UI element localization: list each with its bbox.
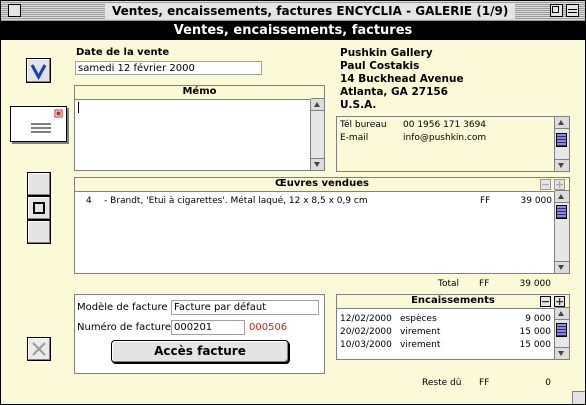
contact-value-phone[interactable]: 00 1956 171 3694 bbox=[403, 119, 486, 131]
payment-amount: 9 000 bbox=[525, 314, 551, 324]
invoice-next-number: 000506 bbox=[249, 322, 288, 333]
main-window: Ventes, encaissements, factures ENCYCLIA… bbox=[0, 0, 586, 405]
sale-date-field[interactable]: samedi 12 février 2000 bbox=[75, 61, 262, 75]
envelope-icon bbox=[31, 109, 63, 133]
customer-name: Pushkin Gallery bbox=[340, 47, 433, 59]
invoice-number-field[interactable]: 000201 bbox=[171, 320, 245, 335]
works-row-amount: 39 000 bbox=[520, 196, 553, 206]
contact-label-email: E-mail bbox=[340, 133, 369, 143]
invoice-model-label: Modèle de facture bbox=[77, 302, 168, 313]
access-invoice-button[interactable]: Accès facture bbox=[111, 340, 289, 363]
payment-type: virement bbox=[400, 327, 441, 337]
total-amount: 39 000 bbox=[519, 279, 552, 289]
works-row-description: - Brandt, 'Etui à cigarettes'. Métal laq… bbox=[104, 196, 368, 206]
envelope-button[interactable] bbox=[10, 106, 67, 142]
payment-row[interactable]: 12/02/2000 espèces 9 000 bbox=[337, 313, 555, 325]
window-title: Ventes, encaissements, factures ENCYCLIA… bbox=[105, 3, 516, 19]
zoom-box-icon[interactable] bbox=[550, 4, 563, 17]
record-current-button[interactable] bbox=[27, 196, 51, 220]
total-label: Total bbox=[438, 279, 460, 289]
payments-scrollbar[interactable] bbox=[554, 307, 569, 360]
memo-panel: Mémo bbox=[74, 85, 325, 171]
customer-city: Atlanta, GA 27156 bbox=[340, 86, 448, 98]
customer-street: 14 Buckhead Avenue bbox=[340, 73, 464, 85]
title-bar[interactable]: Ventes, encaissements, factures ENCYCLIA… bbox=[1, 1, 585, 22]
invoice-panel: Modèle de facture Facture par défaut Num… bbox=[74, 294, 325, 374]
contact-scroll-down-icon[interactable] bbox=[555, 159, 569, 172]
works-row-number: 4 bbox=[86, 196, 92, 206]
works-title: Œuvres vendues bbox=[75, 178, 569, 192]
payment-type: espèces bbox=[400, 314, 437, 324]
square-icon bbox=[33, 202, 45, 214]
invoice-number-label: Numéro de facture bbox=[77, 322, 172, 333]
memo-caret bbox=[78, 102, 79, 113]
payments-remove-button[interactable]: − bbox=[540, 296, 551, 307]
payments-panel: Encaissements − + 12/02/2000 espèces 9 0… bbox=[336, 294, 570, 360]
works-scroll-up-icon[interactable] bbox=[555, 190, 569, 203]
page-header: Ventes, encaissements, factures bbox=[1, 22, 585, 40]
payment-amount: 15 000 bbox=[519, 340, 552, 350]
contact-scrollbar[interactable] bbox=[554, 116, 569, 172]
memo-title: Mémo bbox=[75, 86, 324, 100]
collapse-box-icon[interactable] bbox=[566, 4, 579, 17]
payments-scroll-down-icon[interactable] bbox=[555, 347, 569, 360]
customer-contact: Paul Costakis bbox=[340, 60, 420, 72]
payment-date: 20/02/2000 bbox=[340, 327, 392, 337]
sale-date-label: Date de la vente bbox=[76, 47, 170, 58]
contact-label-phone: Tél bureau bbox=[340, 120, 387, 130]
payment-type: virement bbox=[400, 340, 441, 350]
works-remove-button[interactable]: − bbox=[540, 179, 551, 190]
remaining-label: Reste dû bbox=[422, 378, 462, 388]
memo-text-area[interactable] bbox=[77, 101, 309, 168]
record-down-button[interactable] bbox=[27, 220, 51, 244]
validate-button[interactable] bbox=[26, 58, 51, 83]
works-add-button[interactable]: + bbox=[554, 179, 565, 190]
memo-scroll-down-icon[interactable] bbox=[311, 158, 324, 171]
record-up-button[interactable] bbox=[27, 172, 51, 196]
payments-title: Encaissements bbox=[337, 295, 569, 309]
payments-add-button[interactable]: + bbox=[554, 296, 565, 307]
customer-country: U.S.A. bbox=[340, 99, 377, 111]
remaining-amount: 0 bbox=[545, 378, 551, 388]
payments-scroll-thumb[interactable] bbox=[556, 323, 567, 337]
memo-scroll-up-icon[interactable] bbox=[311, 98, 324, 111]
works-row-currency: FF bbox=[480, 196, 491, 206]
resize-grip-icon[interactable] bbox=[572, 391, 585, 404]
close-box-icon[interactable] bbox=[8, 4, 21, 17]
contact-scroll-thumb[interactable] bbox=[556, 133, 567, 147]
works-scroll-thumb[interactable] bbox=[556, 205, 567, 219]
delete-button[interactable] bbox=[27, 337, 51, 361]
total-currency: FF bbox=[479, 279, 490, 289]
payment-row[interactable]: 10/03/2000 virement 15 000 bbox=[337, 339, 555, 351]
x-delete-icon bbox=[32, 342, 46, 356]
contact-value-email[interactable]: info@pushkin.com bbox=[403, 132, 486, 144]
payments-scroll-up-icon[interactable] bbox=[555, 307, 569, 320]
payment-amount: 15 000 bbox=[519, 327, 552, 337]
contact-scroll-up-icon[interactable] bbox=[555, 116, 569, 129]
works-row[interactable]: 4 - Brandt, 'Etui à cigarettes'. Métal l… bbox=[75, 195, 555, 207]
payment-date: 12/02/2000 bbox=[340, 314, 392, 324]
contact-panel: Tél bureau 00 1956 171 3694 E-mail info@… bbox=[336, 116, 570, 172]
checkmark-v-icon bbox=[30, 64, 47, 81]
works-scrollbar[interactable] bbox=[554, 190, 569, 274]
works-scroll-down-icon[interactable] bbox=[555, 261, 569, 274]
payment-row[interactable]: 20/02/2000 virement 15 000 bbox=[337, 326, 555, 338]
works-panel: Œuvres vendues − + 4 - Brandt, 'Etui à c… bbox=[74, 177, 570, 274]
memo-scrollbar[interactable] bbox=[310, 98, 324, 171]
payment-date: 10/03/2000 bbox=[340, 340, 392, 350]
remaining-currency: FF bbox=[479, 378, 490, 388]
invoice-model-field[interactable]: Facture par défaut bbox=[171, 300, 319, 315]
